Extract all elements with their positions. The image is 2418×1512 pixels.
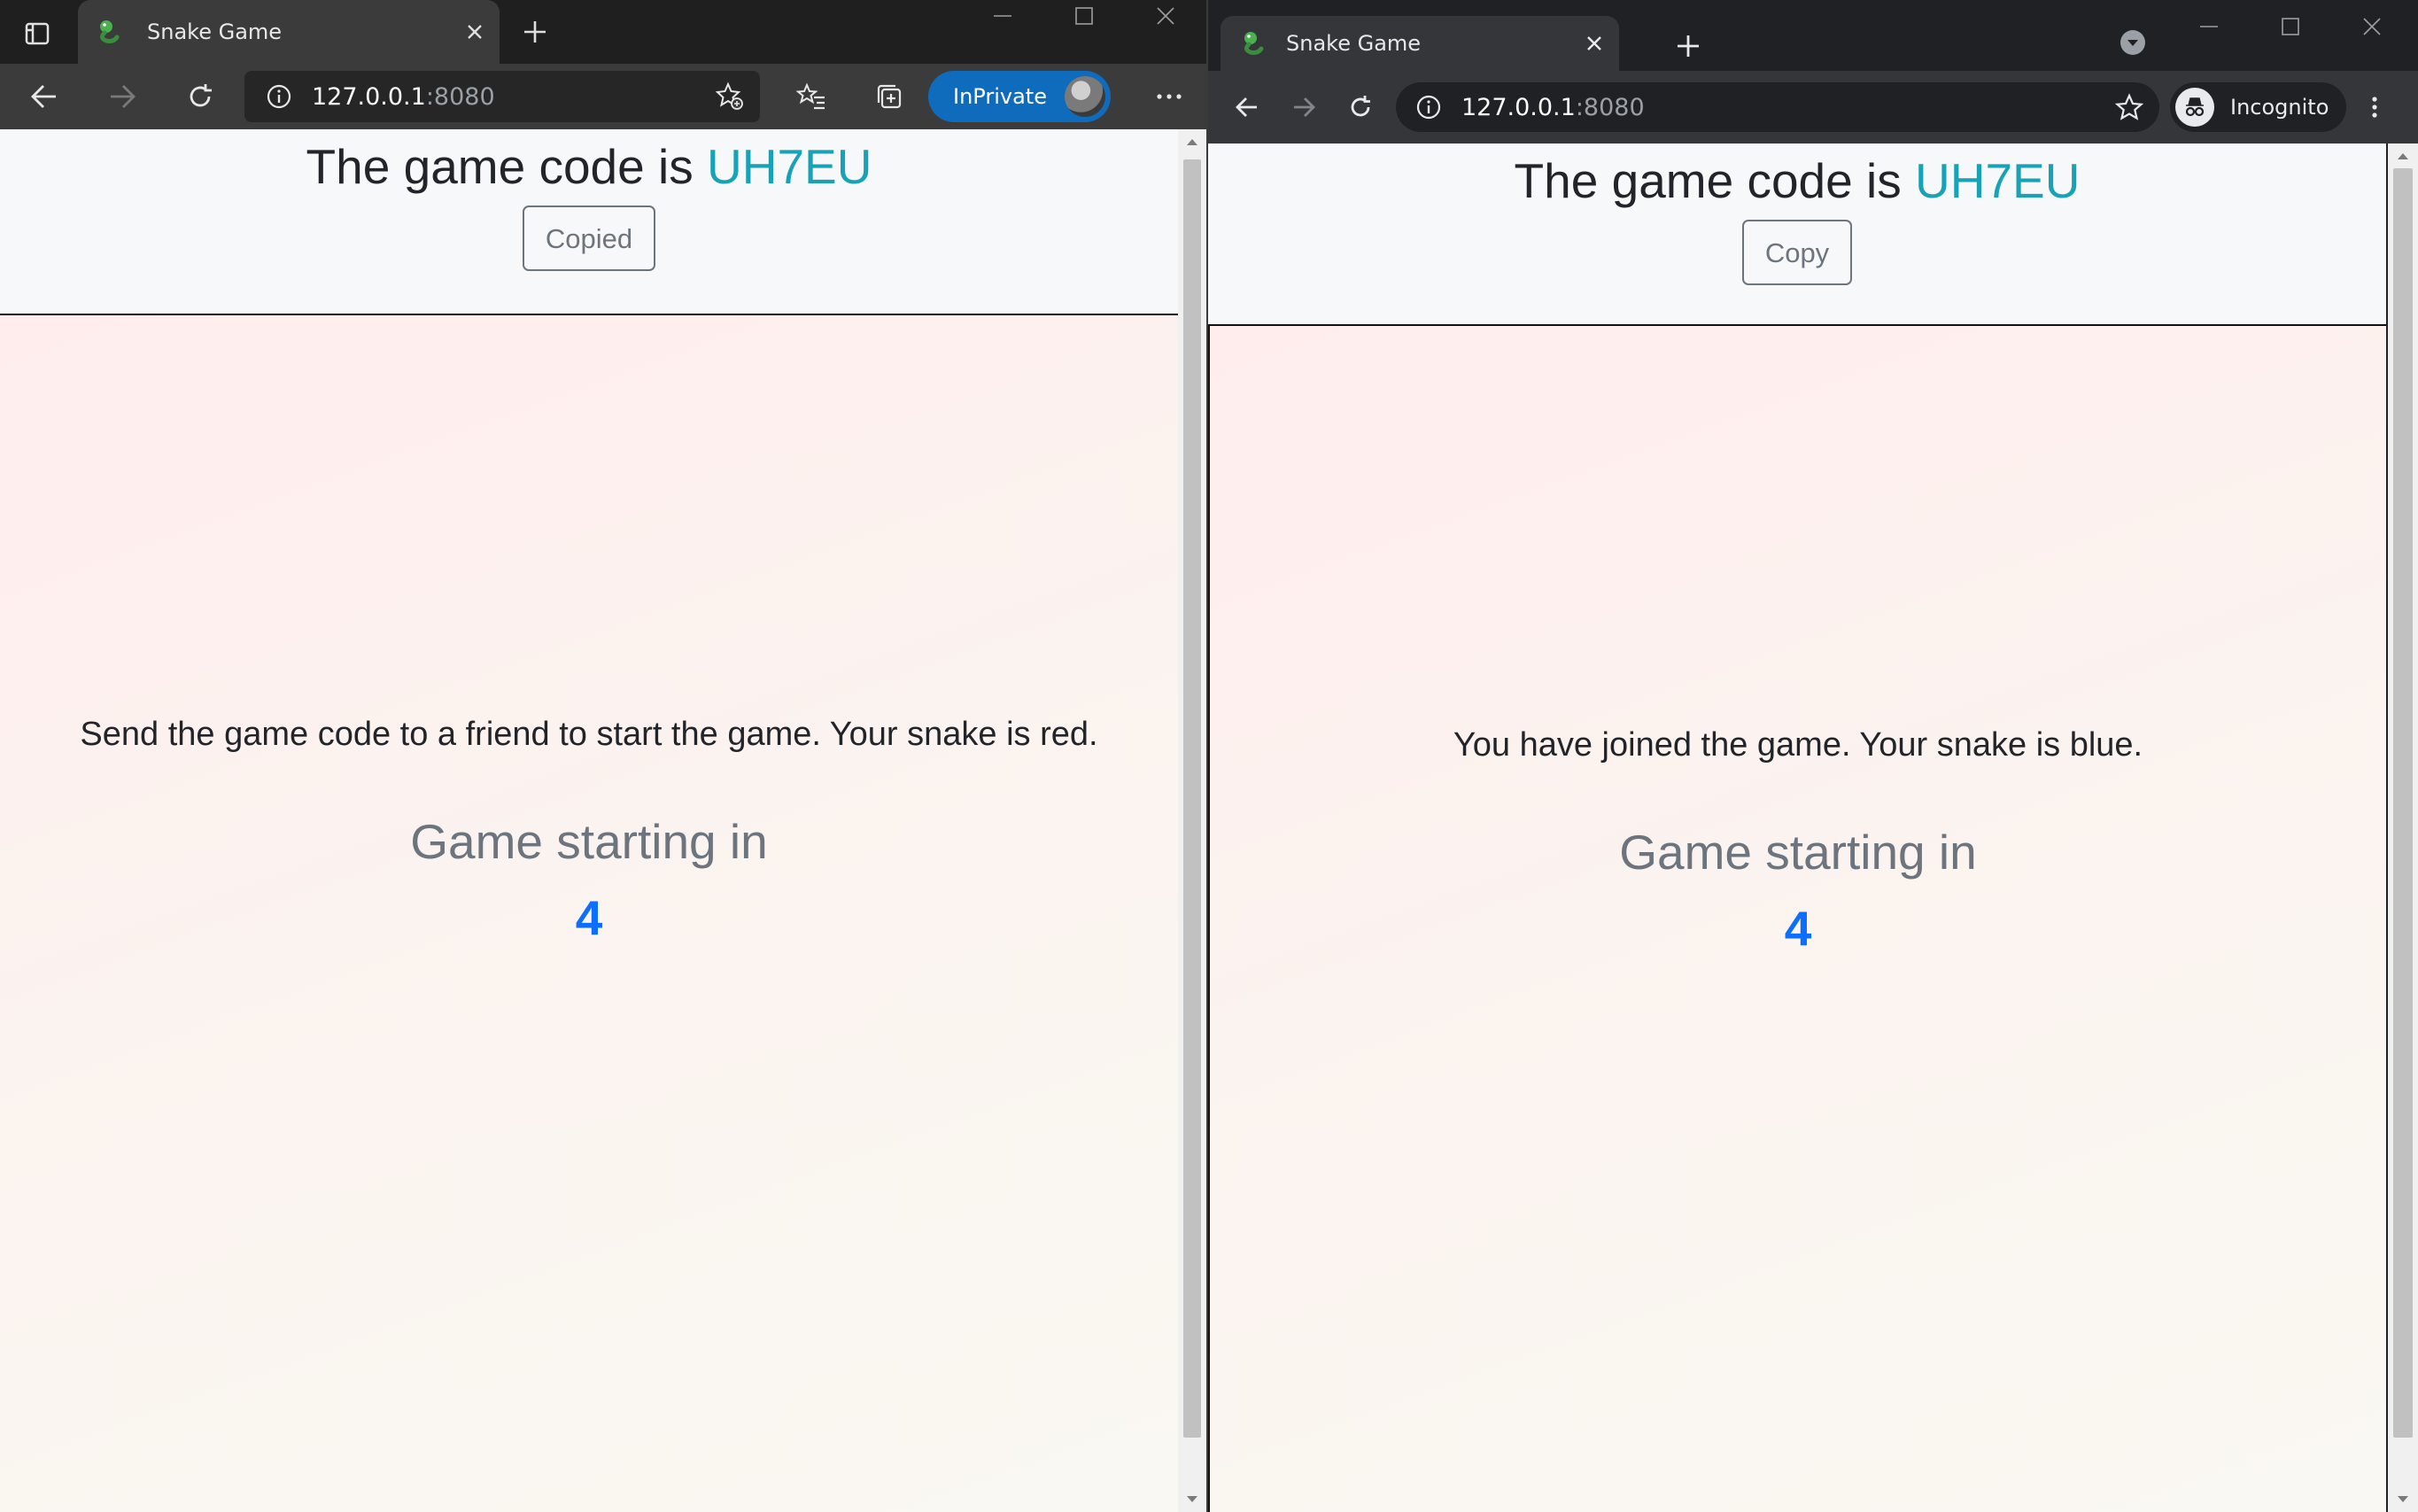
forward-icon[interactable] xyxy=(1277,81,1330,134)
game-code-header: The game code is UH7EU Copied xyxy=(0,129,1178,315)
tab-title: Snake Game xyxy=(1286,31,1422,56)
plus-icon[interactable] xyxy=(515,12,554,51)
kebab-menu-icon[interactable] xyxy=(2348,81,2401,134)
scrollbar-thumb[interactable] xyxy=(2393,168,2413,1438)
chrome-window: Snake Game 127.0.0.1:8080 Incognito The… xyxy=(1208,0,2418,1512)
status-message: Send the game code to a friend to start … xyxy=(80,716,1098,753)
tab-title: Snake Game xyxy=(147,19,283,44)
more-icon[interactable] xyxy=(1143,70,1196,123)
scrollbar[interactable] xyxy=(1178,129,1206,1512)
tab-snake-game[interactable]: Snake Game xyxy=(1221,16,1619,71)
game-code: UH7EU xyxy=(707,139,872,194)
scroll-up-icon[interactable] xyxy=(1178,129,1206,154)
inprivate-label: InPrivate xyxy=(953,84,1047,109)
close-icon[interactable] xyxy=(2331,11,2413,43)
status-message: You have joined the game. Your snake is … xyxy=(1453,726,2143,764)
countdown-value: 4 xyxy=(1784,901,1812,956)
tab-strip: Snake Game xyxy=(0,0,1206,64)
minimize-icon[interactable] xyxy=(962,0,1043,32)
scrollbar-thumb[interactable] xyxy=(1183,159,1201,1438)
address-bar[interactable]: 127.0.0.1:8080 xyxy=(244,71,760,122)
copy-button[interactable]: Copy xyxy=(1741,220,1853,285)
minimize-icon[interactable] xyxy=(2168,11,2250,43)
close-icon[interactable] xyxy=(1577,26,1612,61)
close-icon[interactable] xyxy=(1125,0,1206,32)
maximize-icon[interactable] xyxy=(2250,11,2331,43)
game-code: UH7EU xyxy=(1915,153,2081,208)
tab-search-icon[interactable] xyxy=(2117,27,2149,58)
inprivate-button[interactable]: InPrivate xyxy=(928,71,1111,122)
url-host: 127.0.0.1 xyxy=(312,82,426,111)
refresh-icon[interactable] xyxy=(174,70,227,123)
scroll-down-icon[interactable] xyxy=(2388,1487,2418,1512)
game-area: You have joined the game. Your snake is … xyxy=(1208,326,2386,1512)
snake-favicon xyxy=(1240,29,1268,58)
collections-icon[interactable] xyxy=(863,70,916,123)
game-area: Send the game code to a friend to start … xyxy=(0,315,1178,1512)
back-icon[interactable] xyxy=(1221,81,1274,134)
maximize-icon[interactable] xyxy=(1043,0,1125,32)
scrollbar[interactable] xyxy=(2388,143,2418,1512)
favorites-icon[interactable] xyxy=(785,70,838,123)
incognito-button[interactable]: Incognito xyxy=(2170,82,2347,132)
game-code-prefix: The game code is xyxy=(1514,153,1902,208)
scroll-down-icon[interactable] xyxy=(1178,1487,1206,1512)
game-code-heading: The game code is UH7EU xyxy=(1208,151,2386,211)
scroll-up-icon[interactable] xyxy=(2388,143,2418,168)
countdown-label: Game starting in xyxy=(1619,825,1977,880)
toolbar: 127.0.0.1:8080 Incognito xyxy=(1208,71,2418,143)
close-icon[interactable] xyxy=(457,14,492,50)
page: The game code is UH7EU Copy You have joi… xyxy=(1208,143,2386,1512)
add-favorite-icon[interactable] xyxy=(712,79,748,114)
tab-snake-game[interactable]: Snake Game xyxy=(78,0,500,64)
refresh-icon[interactable] xyxy=(1334,81,1387,134)
page: The game code is UH7EU Copied Send the g… xyxy=(0,129,1178,1512)
tab-actions-icon[interactable] xyxy=(19,16,55,51)
url-port: :8080 xyxy=(425,82,495,111)
window-controls xyxy=(962,0,1206,32)
address-bar[interactable]: 127.0.0.1:8080 xyxy=(1396,82,2159,132)
countdown-value: 4 xyxy=(575,890,603,945)
info-icon[interactable] xyxy=(264,81,294,112)
plus-icon[interactable] xyxy=(1669,27,1708,66)
copy-button[interactable]: Copied xyxy=(522,205,656,271)
game-code-heading: The game code is UH7EU xyxy=(0,136,1178,197)
back-icon[interactable] xyxy=(18,70,71,123)
url-host: 127.0.0.1 xyxy=(1461,93,1576,121)
snake-favicon xyxy=(96,18,124,46)
tab-strip: Snake Game xyxy=(1208,0,2418,71)
url-port: :8080 xyxy=(1575,93,1645,121)
toolbar: 127.0.0.1:8080 InPrivate xyxy=(0,64,1206,129)
window-controls xyxy=(2168,11,2413,43)
incognito-label: Incognito xyxy=(2230,95,2329,120)
incognito-icon xyxy=(2175,88,2214,127)
avatar xyxy=(1064,76,1105,117)
star-icon[interactable] xyxy=(2112,89,2147,125)
edge-window: Snake Game 127.0.0.1:8080 InPrivate The… xyxy=(0,0,1206,1512)
countdown-label: Game starting in xyxy=(410,814,768,869)
game-code-header: The game code is UH7EU Copy xyxy=(1208,143,2386,326)
info-icon[interactable] xyxy=(1414,92,1444,122)
forward-icon[interactable] xyxy=(96,70,149,123)
game-code-prefix: The game code is xyxy=(306,139,694,194)
